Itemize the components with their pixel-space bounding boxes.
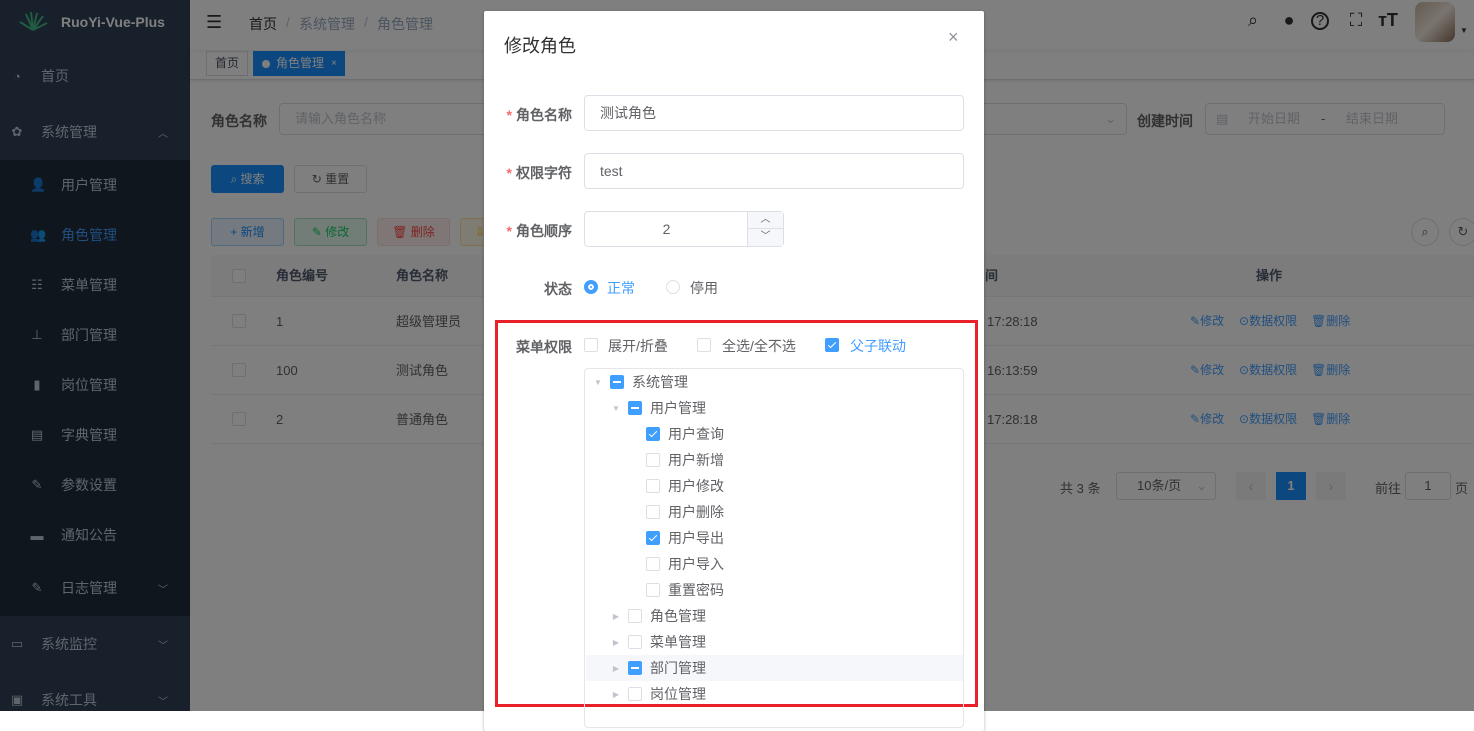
caret-right-icon[interactable]: ▶: [610, 612, 622, 621]
close-icon[interactable]: ×: [948, 27, 959, 48]
tree-node[interactable]: ▶ 角色管理: [586, 603, 963, 629]
tree-node[interactable]: 用户查询: [586, 421, 963, 447]
tree-node[interactable]: 用户删除: [586, 499, 963, 525]
caret-down-icon[interactable]: ▼: [592, 378, 604, 387]
tree-node-checkbox[interactable]: [628, 609, 642, 623]
tree-node-checkbox[interactable]: [646, 505, 660, 519]
perm-key-input[interactable]: test: [584, 153, 964, 189]
tree-node-checkbox[interactable]: [628, 401, 642, 415]
status-normal-radio[interactable]: [584, 280, 598, 294]
role-order-stepper[interactable]: 2 ︿ ﹀: [584, 211, 784, 247]
parent-child-link-checkbox[interactable]: [825, 338, 839, 352]
decrease-button[interactable]: ﹀: [747, 229, 783, 246]
role-name-input[interactable]: 测试角色: [584, 95, 964, 131]
tree-node[interactable]: 用户导入: [586, 551, 963, 577]
dialog-title: 修改角色: [504, 36, 576, 56]
status-disabled-radio[interactable]: [666, 280, 680, 294]
tree-node-checkbox[interactable]: [646, 453, 660, 467]
tree-node[interactable]: ▼ 系统管理: [586, 369, 963, 395]
role-order-label: * 角色顺序: [506, 223, 572, 239]
increase-button[interactable]: ︿: [747, 212, 783, 229]
tree-node[interactable]: 用户修改: [586, 473, 963, 499]
tree-node-checkbox[interactable]: [646, 479, 660, 493]
tree-node[interactable]: ▼ 用户管理: [586, 395, 963, 421]
caret-right-icon[interactable]: ▶: [610, 664, 622, 673]
tree-node[interactable]: ▶ 菜单管理: [586, 629, 963, 655]
role-name-label: * 角色名称: [506, 107, 572, 123]
menu-tree: ▼ 系统管理 ▼ 用户管理 用户查询 用户新增 用户修改 用户删除 用户导出 用户导入 重置密码 ▶ 角…: [584, 368, 964, 728]
status-label: 状态: [544, 281, 572, 297]
tree-node-checkbox[interactable]: [628, 661, 642, 675]
tree-node-checkbox[interactable]: [646, 427, 660, 441]
tree-node[interactable]: ▶ 部门管理: [586, 655, 963, 681]
tree-node-checkbox[interactable]: [646, 531, 660, 545]
menu-perm-label: 菜单权限: [516, 339, 572, 355]
tree-node[interactable]: 重置密码: [586, 577, 963, 603]
expand-collapse-checkbox[interactable]: [584, 338, 598, 352]
caret-right-icon[interactable]: ▶: [610, 638, 622, 647]
edit-role-dialog: 修改角色 × * 角色名称 测试角色 * 权限字符 test * 角色顺序 2 ︿ ﹀…: [484, 11, 984, 731]
perm-key-label: * 权限字符: [506, 165, 572, 181]
tree-node[interactable]: 用户导出: [586, 525, 963, 551]
caret-down-icon[interactable]: ▼: [610, 404, 622, 413]
tree-node[interactable]: 用户新增: [586, 447, 963, 473]
tree-node-checkbox[interactable]: [646, 557, 660, 571]
tree-node-checkbox[interactable]: [646, 583, 660, 597]
tree-node-checkbox[interactable]: [610, 375, 624, 389]
tree-node[interactable]: ▶ 岗位管理: [586, 681, 963, 707]
tree-node-checkbox[interactable]: [628, 635, 642, 649]
tree-node-checkbox[interactable]: [628, 687, 642, 701]
caret-right-icon[interactable]: ▶: [610, 690, 622, 699]
select-all-menu-checkbox[interactable]: [697, 338, 711, 352]
